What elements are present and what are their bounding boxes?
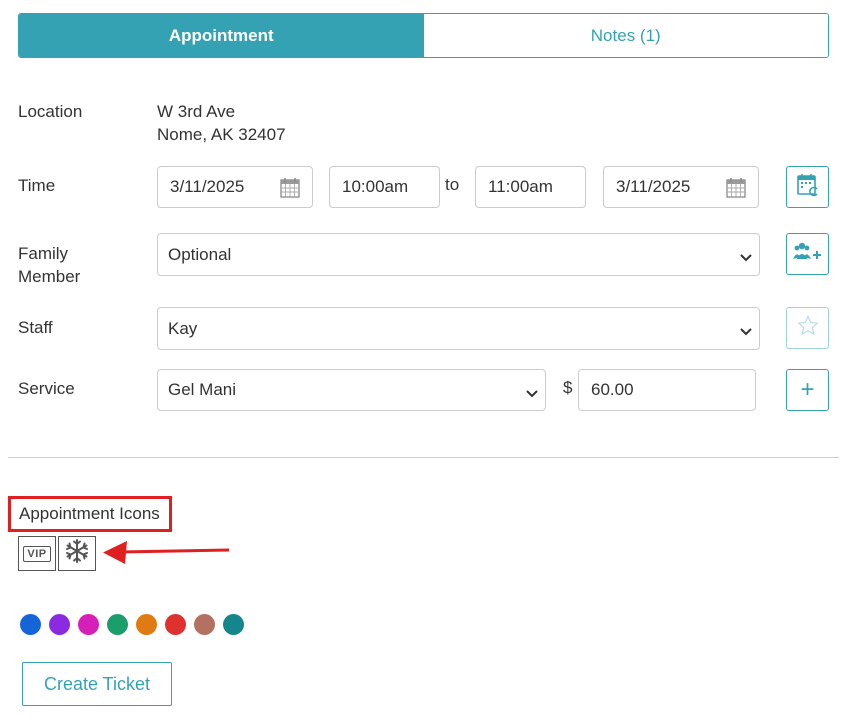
calendar-icon[interactable]	[726, 177, 746, 203]
price-value: 60.00	[591, 380, 634, 399]
location-label: Location	[18, 102, 83, 121]
vip-icon: VIP	[23, 545, 51, 562]
tab-bar: Appointment Notes (1)	[18, 13, 829, 58]
star-icon	[796, 315, 819, 341]
callout-arrow-icon	[103, 541, 230, 564]
plus-icon: +	[800, 376, 815, 403]
appointment-icons-title: Appointment Icons	[8, 496, 172, 532]
chevron-down-icon	[739, 323, 753, 343]
time-label: Time	[18, 176, 56, 195]
start-time-value: 10:00am	[342, 177, 409, 196]
staff-select[interactable]: Kay	[157, 307, 760, 350]
color-swatch-8[interactable]	[223, 614, 244, 635]
color-swatch-2[interactable]	[49, 614, 70, 635]
snowflake-icon	[64, 538, 90, 569]
appointment-icons-label: Appointment Icons	[19, 504, 160, 523]
color-swatch-1[interactable]	[20, 614, 41, 635]
start-date-value: 3/11/2025	[170, 177, 245, 196]
color-swatch-4[interactable]	[107, 614, 128, 635]
calendar-refresh-icon	[796, 173, 819, 202]
calendar-refresh-button[interactable]	[786, 166, 829, 208]
color-swatch-3[interactable]	[78, 614, 99, 635]
address-line-2: Nome, AK 32407	[157, 125, 286, 144]
snowflake-icon-toggle[interactable]	[58, 536, 96, 571]
section-divider	[8, 457, 839, 458]
color-swatch-5[interactable]	[136, 614, 157, 635]
add-service-button[interactable]: +	[786, 369, 829, 411]
to-label: to	[445, 175, 460, 194]
staff-value: Kay	[168, 318, 198, 338]
favorite-staff-button[interactable]	[786, 307, 829, 349]
color-swatch-6[interactable]	[165, 614, 186, 635]
chevron-down-icon	[525, 385, 539, 405]
start-date-field[interactable]: 3/11/2025	[157, 166, 313, 208]
color-picker	[20, 614, 244, 635]
color-swatch-7[interactable]	[194, 614, 215, 635]
service-label: Service	[18, 379, 75, 398]
end-date-field[interactable]: 3/11/2025	[603, 166, 759, 208]
family-member-label-line-2: Member	[18, 267, 81, 286]
end-time-value: 11:00am	[488, 177, 553, 196]
add-family-member-button[interactable]	[786, 233, 829, 275]
family-member-select[interactable]: Optional	[157, 233, 760, 276]
start-time-field[interactable]: 10:00am	[329, 166, 440, 208]
service-value: Gel Mani	[168, 380, 237, 399]
end-date-value: 3/11/2025	[616, 177, 691, 196]
family-member-label-line-1: Family	[18, 244, 69, 263]
price-field[interactable]: 60.00	[578, 369, 756, 411]
address-line-1: W 3rd Ave	[157, 102, 236, 121]
tab-appointment[interactable]: Appointment	[19, 14, 424, 57]
family-member-value: Optional	[168, 244, 232, 264]
currency-symbol: $	[563, 378, 573, 397]
create-ticket-button[interactable]: Create Ticket	[22, 662, 172, 706]
create-ticket-label: Create Ticket	[43, 673, 151, 694]
family-add-icon	[792, 241, 823, 268]
staff-label: Staff	[18, 318, 53, 337]
chevron-down-icon	[739, 249, 753, 269]
end-time-field[interactable]: 11:00am	[475, 166, 586, 208]
tab-notes[interactable]: Notes (1)	[423, 14, 828, 57]
calendar-icon[interactable]	[280, 177, 300, 203]
vip-icon-toggle[interactable]: VIP	[18, 536, 56, 571]
service-select[interactable]: Gel Mani	[157, 369, 546, 411]
